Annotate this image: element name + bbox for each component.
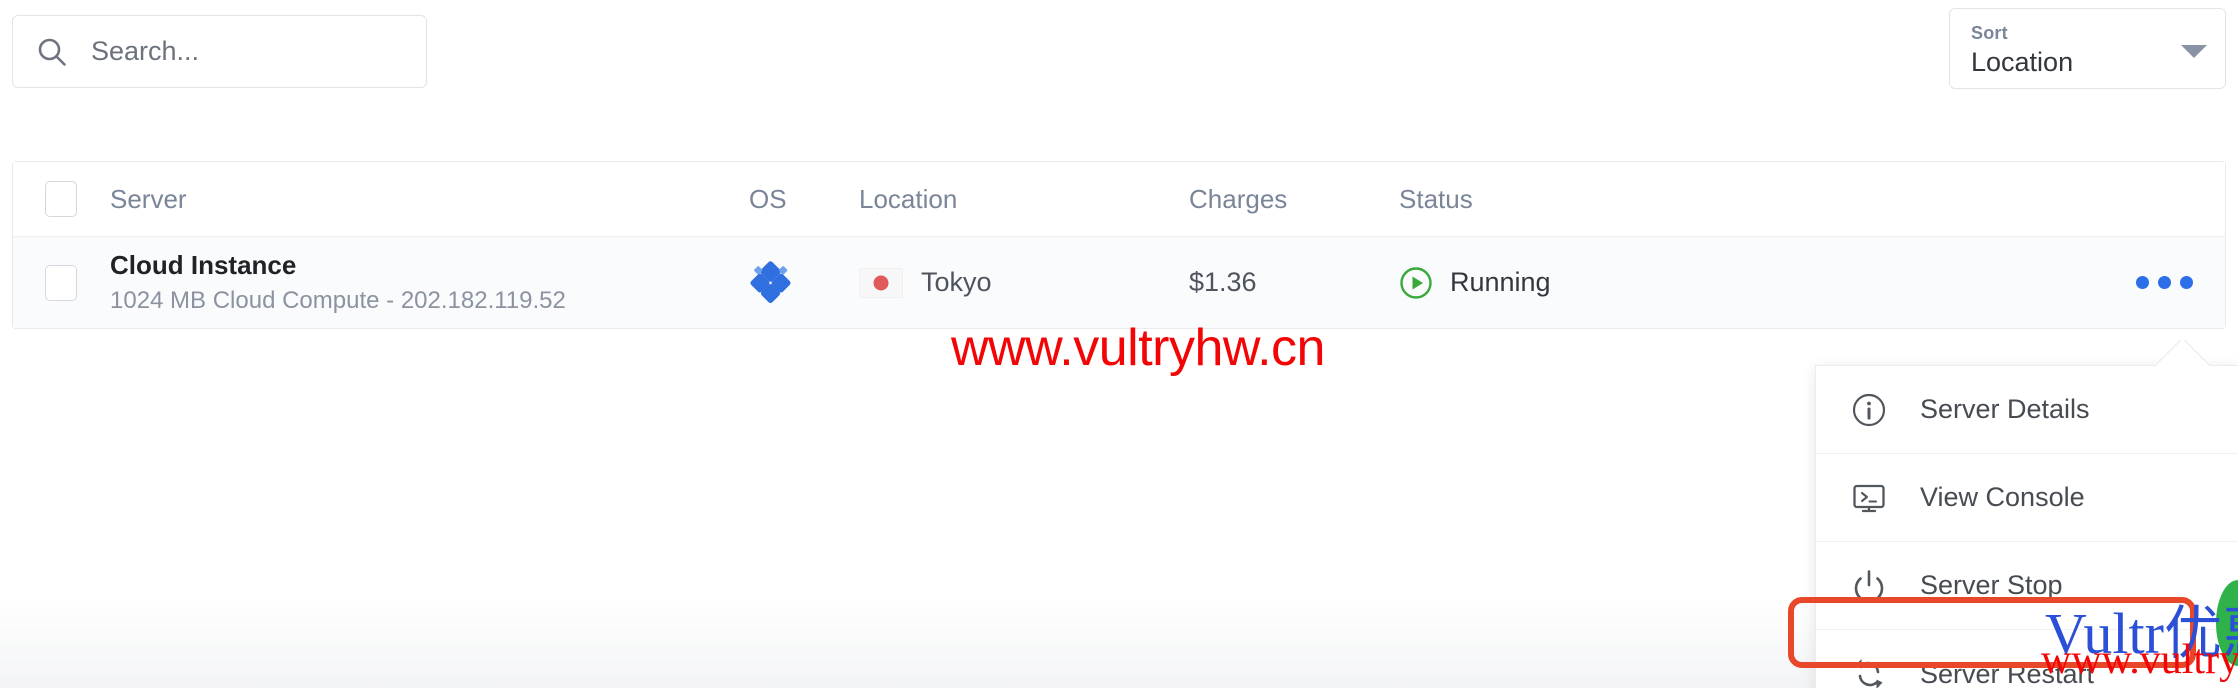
column-header-status[interactable]: Status — [1399, 184, 1889, 215]
refresh-icon — [1855, 659, 1883, 688]
location-text: Tokyo — [921, 267, 992, 297]
column-header-os[interactable]: OS — [749, 184, 859, 215]
os-cell — [749, 260, 859, 305]
menu-item-label: View Console — [1920, 482, 2085, 512]
power-icon — [1854, 569, 1884, 603]
table-row[interactable]: Cloud Instance 1024 MB Cloud Compute - 2… — [13, 237, 2225, 328]
status-cell: Running — [1399, 266, 1889, 300]
row-checkbox[interactable] — [45, 264, 77, 301]
menu-item-label: Server Restart — [1920, 658, 2095, 688]
sort-label: Sort — [1971, 23, 2008, 43]
select-all-checkbox[interactable] — [45, 181, 77, 217]
server-list-page: Sort Location Server OS Location Charges… — [0, 0, 2238, 688]
freebsd-diamond-icon — [750, 260, 791, 303]
menu-item-server-stop[interactable]: Server Stop — [1816, 542, 2238, 630]
charges-amount: $1.36 — [1189, 267, 1257, 297]
context-menu: Server Details View Console Server Stop — [1815, 365, 2238, 688]
server-cell: Cloud Instance 1024 MB Cloud Compute - 2… — [109, 250, 749, 315]
sort-selected-value: Location — [1971, 47, 2074, 77]
search-icon — [35, 35, 69, 69]
table-header-row: Server OS Location Charges Status — [13, 162, 2225, 237]
info-circle-icon — [1852, 393, 1886, 426]
row-actions-cell — [1889, 276, 2225, 289]
japan-flag-icon — [859, 267, 903, 298]
menu-item-label: Server Details — [1920, 394, 2090, 424]
column-header-server[interactable]: Server — [109, 184, 749, 215]
context-menu-caret — [2156, 340, 2210, 368]
sort-dropdown[interactable]: Sort Location — [1949, 8, 2226, 89]
dot-1 — [2136, 276, 2149, 289]
menu-item-server-details[interactable]: Server Details — [1816, 366, 2238, 454]
row-select-cell[interactable] — [13, 264, 109, 301]
column-header-location[interactable]: Location — [859, 184, 1189, 215]
search-input[interactable] — [91, 36, 401, 67]
server-details-text: 1024 MB Cloud Compute - 202.182.119.52 — [110, 287, 566, 315]
menu-item-server-restart[interactable]: Server Restart — [1816, 630, 2238, 688]
charges-cell: $1.36 — [1189, 267, 1399, 298]
server-table: Server OS Location Charges Status Cloud … — [12, 161, 2226, 329]
status-badge: Running — [1450, 267, 1551, 297]
toolbar: Sort Location — [0, 0, 2238, 105]
dot-2 — [2158, 276, 2171, 289]
menu-item-label: Server Stop — [1920, 570, 2063, 600]
monitor-terminal-icon — [1853, 484, 1885, 512]
chevron-down-icon[interactable] — [2181, 45, 2207, 58]
play-circle-icon — [1400, 266, 1432, 299]
column-header-charges[interactable]: Charges — [1189, 184, 1399, 215]
select-all-cell[interactable] — [13, 181, 109, 217]
location-cell: Tokyo — [859, 267, 1189, 298]
dot-3 — [2180, 276, 2193, 289]
more-options-icon[interactable] — [2136, 276, 2193, 289]
server-name[interactable]: Cloud Instance — [110, 250, 749, 280]
search-box[interactable] — [12, 15, 427, 88]
menu-item-view-console[interactable]: View Console — [1816, 454, 2238, 542]
